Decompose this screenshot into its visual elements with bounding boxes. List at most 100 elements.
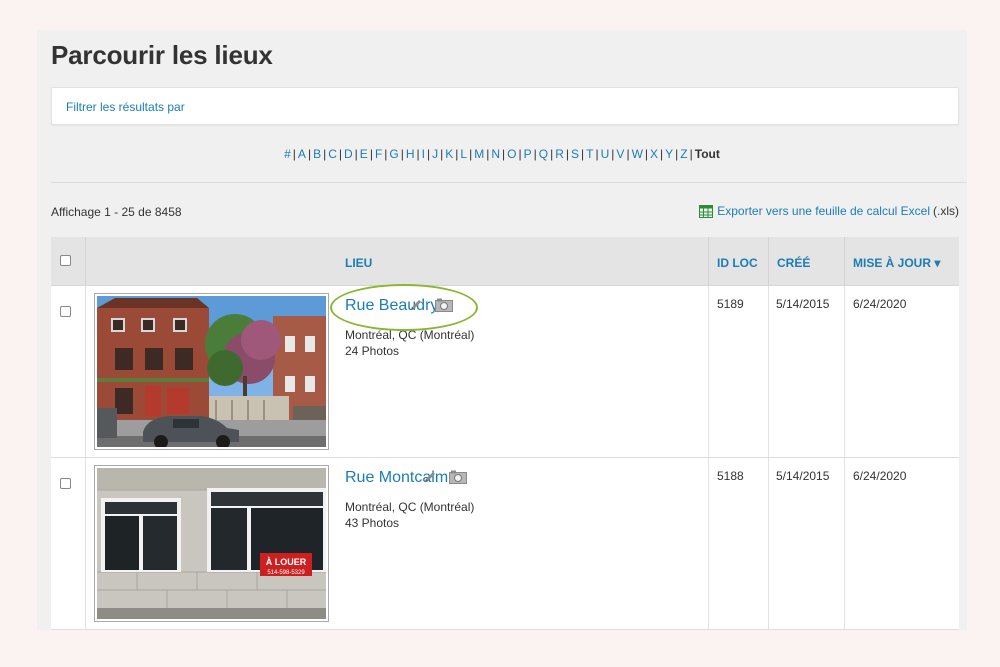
alpha-separator: | xyxy=(354,147,358,161)
alpha-link-x[interactable]: X xyxy=(650,147,658,161)
updated-date: 6/24/2020 xyxy=(853,469,907,483)
alpha-link-y[interactable]: Y xyxy=(665,147,673,161)
alpha-separator: | xyxy=(518,147,522,161)
location-photo-count: 24 Photos xyxy=(345,344,400,358)
divider xyxy=(51,182,967,183)
alpha-link-z[interactable]: Z xyxy=(680,147,687,161)
alpha-link-s[interactable]: S xyxy=(571,147,579,161)
alpha-separator: | xyxy=(384,147,388,161)
browse-panel: Parcourir les lieux Filtrer les résultat… xyxy=(37,30,967,630)
table-row: À LOUER 514-598-5329 Rue Montcalm Montré… xyxy=(51,458,959,630)
alpha-link-b[interactable]: B xyxy=(313,147,321,161)
export-excel: Exporter vers une feuille de calcul Exce… xyxy=(699,204,959,218)
alpha-link-u[interactable]: U xyxy=(601,147,610,161)
alpha-link-o[interactable]: O xyxy=(507,147,516,161)
location-city: Montréal, QC (Montréal) xyxy=(345,328,475,342)
locations-table: LIEU ID LOC CRÉÉ MISE À JOUR ▾ Rue Beaud… xyxy=(51,237,959,630)
alpha-link-j[interactable]: J xyxy=(432,147,438,161)
alpha-link-i[interactable]: I xyxy=(422,147,425,161)
alpha-separator: | xyxy=(675,147,679,161)
alpha-link-k[interactable]: K xyxy=(445,147,453,161)
alpha-link-v[interactable]: V xyxy=(616,147,624,161)
col-header-created[interactable]: CRÉÉ xyxy=(777,256,810,270)
col-header-id[interactable]: ID LOC xyxy=(717,256,758,270)
col-divider xyxy=(85,237,86,285)
updated-date: 6/24/2020 xyxy=(853,297,907,311)
col-divider xyxy=(85,458,86,629)
alpha-link-l[interactable]: L xyxy=(460,147,467,161)
location-thumbnail[interactable]: À LOUER 514-598-5329 xyxy=(94,465,329,622)
location-actions xyxy=(423,470,467,484)
location-id: 5188 xyxy=(717,469,744,483)
alpha-separator: | xyxy=(292,147,296,161)
col-divider xyxy=(708,237,709,285)
col-divider xyxy=(844,237,845,285)
pencil-icon[interactable] xyxy=(409,298,423,312)
alpha-separator: | xyxy=(644,147,649,161)
sign-line-1: À LOUER xyxy=(266,557,307,567)
alpha-separator: | xyxy=(455,147,459,161)
alpha-link-m[interactable]: M xyxy=(474,147,484,161)
alpha-separator: | xyxy=(307,147,312,161)
table-row: Rue Beaudry Montréal, QC (Montréal) 24 P… xyxy=(51,286,959,458)
alpha-separator: | xyxy=(565,147,570,161)
table-header: LIEU ID LOC CRÉÉ MISE À JOUR ▾ xyxy=(51,237,959,286)
alpha-link-c[interactable]: C xyxy=(328,147,337,161)
row-checkbox[interactable] xyxy=(60,478,71,489)
results-count: Affichage 1 - 25 de 8458 xyxy=(51,205,182,219)
alpha-separator: | xyxy=(550,147,554,161)
alpha-link-n[interactable]: N xyxy=(491,147,500,161)
alpha-separator: | xyxy=(660,147,664,161)
alpha-separator: | xyxy=(611,147,615,161)
alpha-link-e[interactable]: E xyxy=(360,147,368,161)
alpha-separator: | xyxy=(400,147,404,161)
page-title: Parcourir les lieux xyxy=(51,40,273,70)
alpha-separator: | xyxy=(486,147,490,161)
alpha-separator: | xyxy=(416,147,420,161)
alpha-separator: | xyxy=(533,147,537,161)
excel-icon[interactable] xyxy=(699,204,714,218)
col-divider xyxy=(844,286,845,457)
camera-icon[interactable] xyxy=(449,470,467,484)
alpha-link-w[interactable]: W xyxy=(632,147,643,161)
alpha-separator: | xyxy=(626,147,630,161)
col-divider xyxy=(768,286,769,457)
export-excel-link[interactable]: Exporter vers une feuille de calcul Exce… xyxy=(717,204,930,218)
col-header-lieu[interactable]: LIEU xyxy=(345,256,372,270)
created-date: 5/14/2015 xyxy=(776,469,830,483)
alpha-separator: | xyxy=(369,147,373,161)
alpha-link-p[interactable]: P xyxy=(524,147,532,161)
alpha-separator: | xyxy=(323,147,327,161)
alpha-separator: | xyxy=(427,147,431,161)
alpha-link-d[interactable]: D xyxy=(344,147,353,161)
alpha-separator: | xyxy=(581,147,585,161)
alpha-separator: | xyxy=(440,147,444,161)
location-city: Montréal, QC (Montréal) xyxy=(345,500,475,514)
alpha-separator: | xyxy=(469,147,473,161)
camera-icon[interactable] xyxy=(435,298,453,312)
alpha-link-g[interactable]: G xyxy=(389,147,398,161)
pencil-icon[interactable] xyxy=(423,470,437,484)
alpha-link-all[interactable]: Tout xyxy=(695,147,720,161)
alpha-separator: | xyxy=(595,147,599,161)
col-divider xyxy=(844,458,845,629)
col-divider xyxy=(708,458,709,629)
alpha-link-hash[interactable]: # xyxy=(284,147,291,161)
filter-box[interactable]: Filtrer les résultats par xyxy=(51,87,959,125)
location-thumbnail[interactable] xyxy=(94,293,329,450)
location-actions xyxy=(409,298,453,312)
alpha-link-r[interactable]: R xyxy=(555,147,564,161)
row-checkbox[interactable] xyxy=(60,306,71,317)
filter-link[interactable]: Filtrer les résultats par xyxy=(66,100,185,114)
sign-line-2: 514-598-5329 xyxy=(267,570,305,576)
col-header-updated[interactable]: MISE À JOUR ▾ xyxy=(853,256,940,270)
alpha-link-h[interactable]: H xyxy=(406,147,415,161)
alpha-link-t[interactable]: T xyxy=(586,147,593,161)
alpha-link-f[interactable]: F xyxy=(375,147,382,161)
alpha-link-q[interactable]: Q xyxy=(539,147,548,161)
alpha-separator: | xyxy=(689,147,693,161)
alphabet-filter: # | A | B | C | D | E | F | G | H | I | J | K | L | M | N | O | P | Q | R | S |… xyxy=(37,147,967,161)
alpha-link-a[interactable]: A xyxy=(298,147,306,161)
location-photo-count: 43 Photos xyxy=(345,516,400,530)
select-all-checkbox[interactable] xyxy=(60,255,71,266)
